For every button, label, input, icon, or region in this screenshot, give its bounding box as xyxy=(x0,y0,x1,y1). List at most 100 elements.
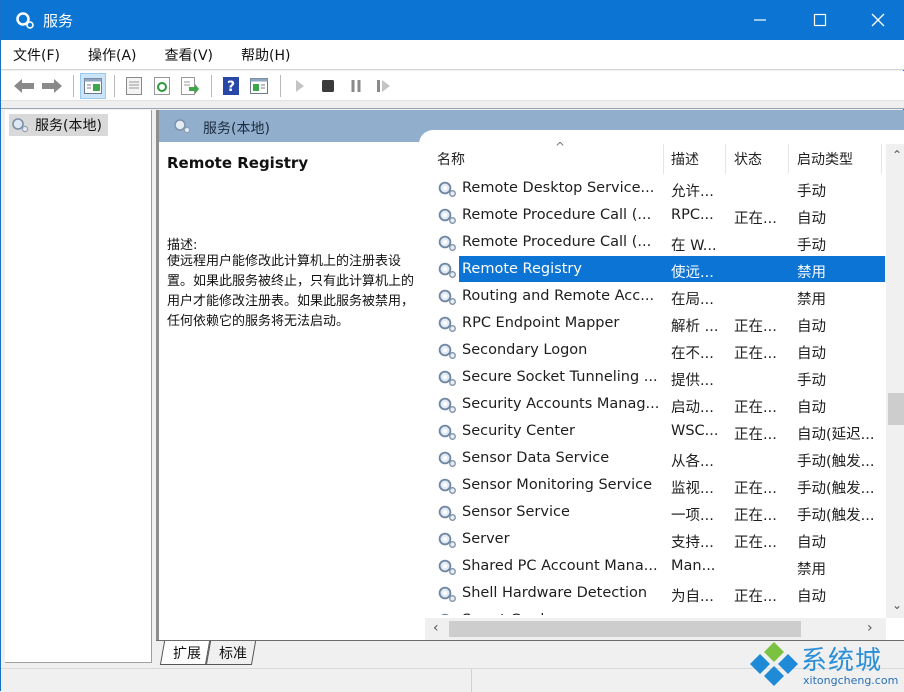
services-rows: Remote Desktop Service...允许...手动Remote P… xyxy=(425,175,885,615)
service-row[interactable]: Smart Card 管理... 禁用 xyxy=(425,607,885,615)
service-row[interactable]: Shared PC Account Mana...Man...禁用 xyxy=(425,553,885,580)
help-icon: ? xyxy=(223,77,239,95)
service-row[interactable]: Secondary Logon在不...正在...自动 xyxy=(425,337,885,364)
service-name: Smart Card xyxy=(462,612,544,615)
service-description-panel: Remote Registry 描述: 使远程用户能修改此计算机上的注册表设置。… xyxy=(159,142,421,640)
service-description: 一项... xyxy=(671,504,714,525)
service-gear-icon xyxy=(437,477,457,499)
scroll-left-icon[interactable]: ‹ xyxy=(433,620,439,636)
back-arrow-icon xyxy=(13,78,35,94)
column-header-startup-type[interactable]: 启动类型 xyxy=(797,144,877,174)
column-separator[interactable] xyxy=(663,144,664,174)
export-list-icon xyxy=(181,77,199,95)
close-icon xyxy=(871,13,885,27)
scroll-up-icon[interactable]: ⌃ xyxy=(892,148,902,162)
service-startup-type: 手动 xyxy=(797,180,826,201)
column-header-description[interactable]: 描述 xyxy=(671,144,725,174)
scroll-down-icon[interactable]: ⌄ xyxy=(892,598,902,612)
toolbar-separator xyxy=(211,75,212,97)
window-title: 服务 xyxy=(43,10,73,31)
service-gear-icon xyxy=(437,342,457,364)
service-description: 监视... xyxy=(671,477,714,498)
service-gear-icon xyxy=(437,531,457,553)
start-service-button[interactable] xyxy=(287,73,313,99)
menu-file[interactable]: 文件(F) xyxy=(9,43,64,67)
menu-view[interactable]: 查看(V) xyxy=(161,43,218,67)
service-name: Sensor Monitoring Service xyxy=(462,477,652,493)
maximize-button[interactable] xyxy=(791,0,849,40)
service-name: Remote Registry xyxy=(462,261,582,277)
properties-icon xyxy=(126,77,142,95)
menu-help[interactable]: 帮助(H) xyxy=(237,43,294,67)
tree-item-services-local[interactable]: 服务(本地) xyxy=(9,114,108,136)
toolbar-separator xyxy=(280,75,281,97)
toolbar-separator xyxy=(73,75,74,97)
service-description: 管理... xyxy=(671,612,714,615)
service-row[interactable]: Secure Socket Tunneling ...提供...手动 xyxy=(425,364,885,391)
console-tree: 服务(本地) xyxy=(5,110,152,663)
show-action-pane-button[interactable] xyxy=(246,73,272,99)
properties-button[interactable] xyxy=(121,73,147,99)
column-separator[interactable] xyxy=(788,144,789,174)
vertical-scroll-thumb[interactable] xyxy=(888,393,904,425)
service-startup-type: 自动 xyxy=(797,207,826,228)
service-row[interactable]: Sensor Service一项...正在...手动(触发... xyxy=(425,499,885,526)
service-description: RPC... xyxy=(671,207,714,223)
show-hide-tree-button[interactable] xyxy=(80,73,106,99)
resume-service-button[interactable] xyxy=(371,73,397,99)
forward-arrow-icon xyxy=(41,78,63,94)
scroll-right-icon[interactable]: › xyxy=(867,620,873,636)
service-row[interactable]: Sensor Data Service从各...手动(触发... xyxy=(425,445,885,472)
stop-service-button[interactable] xyxy=(315,73,341,99)
service-row[interactable]: Shell Hardware Detection为自...正在...自动 xyxy=(425,580,885,607)
forward-button[interactable] xyxy=(39,73,65,99)
column-separator[interactable] xyxy=(725,144,726,174)
service-row[interactable]: Sensor Monitoring Service监视...正在...手动(触发… xyxy=(425,472,885,499)
minimize-button[interactable] xyxy=(731,0,789,40)
service-row[interactable]: Security Accounts Manag...启动...正在...自动 xyxy=(425,391,885,418)
service-row[interactable]: RPC Endpoint Mapper解析 ...正在...自动 xyxy=(425,310,885,337)
service-startup-type: 禁用 xyxy=(797,612,826,615)
service-startup-type: 自动 xyxy=(797,531,826,552)
service-startup-type: 手动 xyxy=(797,234,826,255)
service-row[interactable]: Routing and Remote Acc...在局...禁用 xyxy=(425,283,885,310)
service-name: Security Accounts Manag... xyxy=(462,396,659,412)
service-row[interactable]: Remote Procedure Call (...在 W...手动 xyxy=(425,229,885,256)
pane-header-title: 服务(本地) xyxy=(203,118,270,138)
service-startup-type: 自动 xyxy=(797,342,826,363)
refresh-button[interactable] xyxy=(149,73,175,99)
toolbar-bottom-strip xyxy=(1,101,904,109)
close-button[interactable] xyxy=(849,0,904,40)
vertical-scrollbar[interactable]: ⌃ ⌄ xyxy=(886,144,904,618)
horizontal-scroll-thumb[interactable] xyxy=(449,621,801,637)
tab-label: 标准 xyxy=(219,643,247,663)
column-header-status[interactable]: 状态 xyxy=(734,144,788,174)
refresh-icon xyxy=(154,77,170,95)
service-name: Shared PC Account Mana... xyxy=(462,558,658,574)
service-status: 正在... xyxy=(734,423,777,444)
column-header-name[interactable]: 名称 ^ xyxy=(437,144,657,174)
service-row[interactable]: Remote Procedure Call (...RPC...正在...自动 xyxy=(425,202,885,229)
service-description: 从各... xyxy=(671,450,714,471)
service-gear-icon xyxy=(437,423,457,445)
service-status: 正在... xyxy=(734,207,777,228)
tab-standard[interactable]: 标准 xyxy=(206,641,256,665)
service-row[interactable]: Remote Desktop Service...允许...手动 xyxy=(425,175,885,202)
resume-service-icon xyxy=(376,79,392,93)
column-separator[interactable] xyxy=(881,144,882,174)
back-button[interactable] xyxy=(11,73,37,99)
service-row[interactable]: Security CenterWSC...正在...自动(延迟... xyxy=(425,418,885,445)
service-row[interactable]: Remote Registry使远...禁用 xyxy=(425,256,885,283)
export-list-button[interactable] xyxy=(177,73,203,99)
service-startup-type: 禁用 xyxy=(797,261,826,282)
service-description: 在 W... xyxy=(671,234,717,255)
service-row[interactable]: Server支持...正在...自动 xyxy=(425,526,885,553)
tab-extended[interactable]: 扩展 xyxy=(160,641,210,665)
description-text: 使远程用户能修改此计算机上的注册表设置。如果此服务被终止，只有此计算机上的用户才… xyxy=(167,252,419,332)
menu-action[interactable]: 操作(A) xyxy=(84,43,141,67)
help-button[interactable]: ? xyxy=(218,73,244,99)
service-gear-icon xyxy=(437,207,457,229)
service-description: 在不... xyxy=(671,342,714,363)
service-startup-type: 手动(触发... xyxy=(797,477,874,498)
pause-service-button[interactable] xyxy=(343,73,369,99)
